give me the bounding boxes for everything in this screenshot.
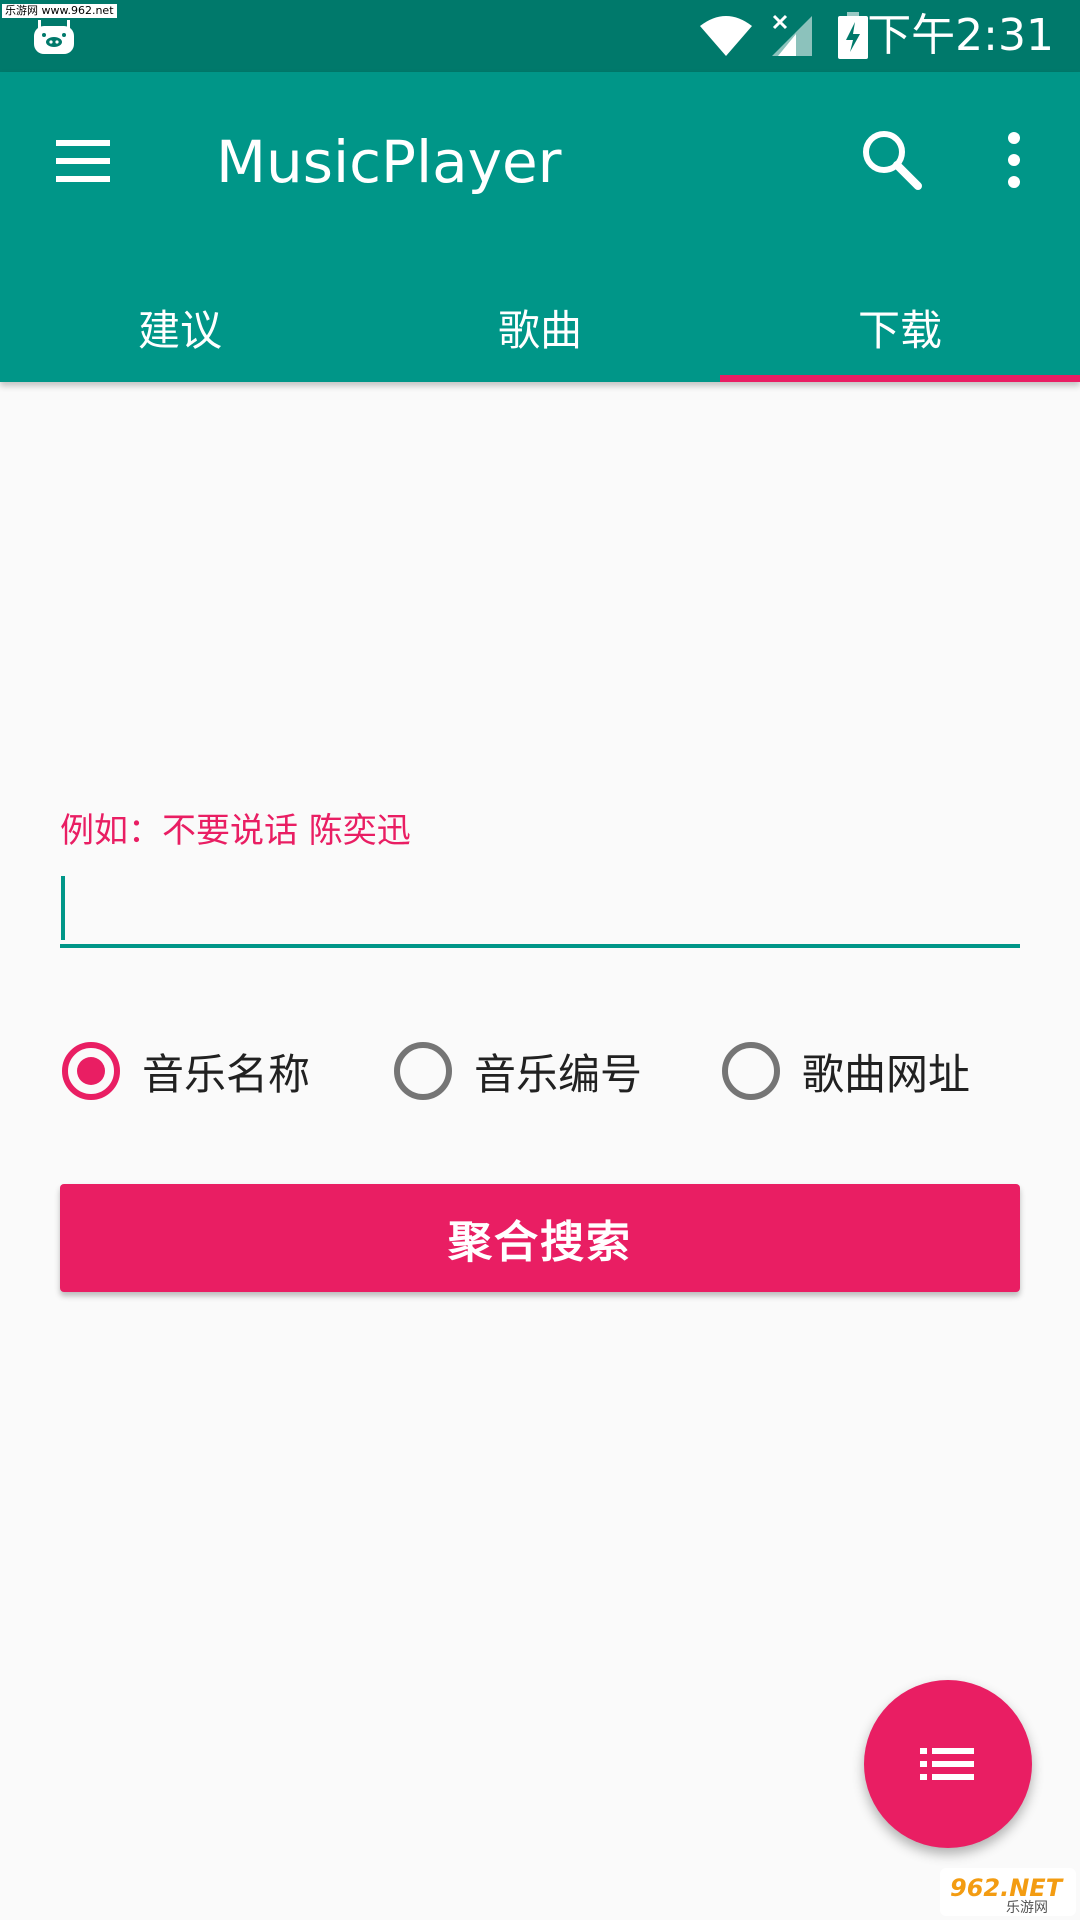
search-icon[interactable] (856, 124, 928, 196)
radio-label: 音乐编号 (474, 1049, 643, 1099)
signal-off-icon (772, 14, 812, 56)
more-vert-icon[interactable] (990, 124, 1038, 196)
tab-songs[interactable]: 歌曲 (360, 272, 720, 382)
text-cursor (61, 876, 65, 940)
radio-checked-icon (62, 1042, 120, 1100)
tab-suggestions[interactable]: 建议 (0, 272, 360, 382)
radio-unchecked-icon (394, 1042, 452, 1100)
input-hint-label: 例如：不要说话 陈奕迅 (60, 811, 411, 851)
radio-unchecked-icon (722, 1042, 780, 1100)
watermark-top: 乐游网 www.962.net (2, 4, 117, 18)
search-query-input[interactable] (60, 874, 1020, 948)
status-bar: 乐游网 www.962.net 下午2:31 (0, 0, 1080, 72)
app-notification-icon (34, 20, 74, 54)
app-bar: MusicPlayer 建议 歌曲 下载 (0, 72, 1080, 382)
tab-label: 建议 (137, 305, 222, 355)
tab-label: 歌曲 (497, 305, 582, 355)
menu-icon[interactable] (54, 136, 114, 186)
list-fab-button[interactable] (864, 1680, 1032, 1848)
tab-download[interactable]: 下载 (720, 272, 1080, 382)
status-time: 下午2:31 (867, 10, 1054, 61)
wifi-icon (700, 16, 752, 56)
tab-label: 下载 (857, 305, 942, 355)
search-type-radio-group: 音乐名称 音乐编号 歌曲网址 (60, 1036, 1020, 1106)
radio-music-id[interactable]: 音乐编号 (392, 1036, 642, 1106)
list-icon (920, 1748, 974, 1780)
app-title: MusicPlayer (216, 128, 562, 196)
radio-label: 音乐名称 (142, 1049, 311, 1099)
radio-music-name[interactable]: 音乐名称 (60, 1036, 310, 1106)
tab-bar: 建议 歌曲 下载 (0, 272, 1080, 382)
radio-label: 歌曲网址 (802, 1049, 971, 1099)
battery-charging-icon (838, 12, 868, 59)
watermark-logo: 962.NET 乐游网 (940, 1868, 1076, 1916)
radio-song-url[interactable]: 歌曲网址 (720, 1036, 970, 1106)
aggregate-search-button[interactable]: 聚合搜索 (60, 1184, 1020, 1292)
watermark-subtext: 乐游网 (1006, 1900, 1048, 1916)
watermark-text: 962.NET (950, 1874, 1064, 1902)
tab-indicator (720, 375, 1080, 382)
